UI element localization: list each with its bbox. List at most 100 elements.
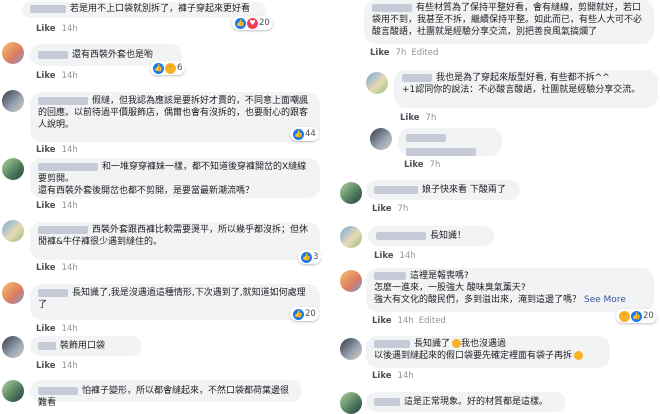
comment-time[interactable]: 14h xyxy=(62,71,78,81)
commenter-name-redacted[interactable] xyxy=(406,133,446,142)
comment-time[interactable]: 14h xyxy=(398,371,414,381)
love-reaction-icon: ♥ xyxy=(247,17,258,29)
comment-time[interactable]: 14h xyxy=(398,316,414,326)
commenter-name-redacted[interactable] xyxy=(376,231,426,240)
commenter-name-redacted[interactable] xyxy=(38,386,78,395)
commenter-name-redacted[interactable] xyxy=(374,397,400,406)
like-link[interactable]: Like xyxy=(370,48,390,58)
laughing-emoji-icon xyxy=(574,351,584,360)
like-link[interactable]: Like xyxy=(372,316,392,326)
edited-label: Edited xyxy=(418,316,446,326)
avatar[interactable] xyxy=(2,220,24,242)
reaction-count[interactable]: ᵔ 👍 20 xyxy=(616,309,657,323)
comment-time[interactable]: 7h xyxy=(396,48,407,58)
comment-time[interactable]: 14h xyxy=(62,361,78,371)
haha-reaction-icon: ᵔ xyxy=(165,62,176,74)
avatar[interactable] xyxy=(340,338,362,360)
comment-time[interactable]: 7h xyxy=(398,204,409,214)
comment-bubble: 長知識了 我也沒遇過 以後遇到縫起來的假口袋要先確定裡面有袋子再拆 xyxy=(366,336,610,368)
like-link[interactable]: Like xyxy=(36,201,56,211)
comment-text-line2: 以後遇到縫起來的假口袋要先確定裡面有袋子再拆 xyxy=(374,351,573,361)
comment-time[interactable]: 14h xyxy=(62,263,78,273)
comment-text-b: 我也沒遇過 xyxy=(461,339,507,349)
comment-bubble: 娘子快來看 下酸兩了 xyxy=(366,180,520,200)
like-link[interactable]: Like xyxy=(36,324,56,334)
avatar[interactable] xyxy=(366,72,388,94)
avatar[interactable] xyxy=(2,90,24,112)
like-link[interactable]: Like xyxy=(36,24,56,34)
like-reaction-icon: 👍 xyxy=(235,17,246,29)
like-link[interactable]: Like xyxy=(404,160,424,170)
like-reaction-icon: 👍 xyxy=(631,310,642,322)
comment-text-line2: 還有西裝外套後開岔也都不剪開，是要當最新潮流嗎？ xyxy=(38,186,255,196)
reaction-count[interactable]: 👍 ᵔ 6 xyxy=(150,61,186,75)
avatar[interactable] xyxy=(340,392,362,414)
avatar[interactable] xyxy=(2,42,24,64)
commenter-name-redacted[interactable] xyxy=(402,73,432,82)
like-link[interactable]: Like xyxy=(372,204,392,214)
comment-text: 還有西裝外套也是喲 xyxy=(72,50,154,60)
comment-time[interactable]: 14h xyxy=(62,201,78,211)
like-reaction-icon: 👍 xyxy=(293,308,304,320)
haha-reaction-icon: ᵔ xyxy=(619,310,630,322)
avatar[interactable] xyxy=(2,336,24,358)
comment-meta: Like 14h xyxy=(36,201,78,211)
comment-text: 有些材質為了保持平整好看，會有縫線，剪開就好，若口袋用不到，我甚至不拆，繼續保持… xyxy=(372,3,643,37)
like-link[interactable]: Like xyxy=(36,263,56,273)
commenter-name-redacted[interactable] xyxy=(38,50,68,59)
comment-time[interactable]: 14h xyxy=(400,251,416,261)
commenter-name-redacted[interactable] xyxy=(38,162,98,171)
like-link[interactable]: Like xyxy=(400,113,420,123)
like-reaction-icon: 👍 xyxy=(293,128,304,140)
avatar[interactable] xyxy=(2,380,24,402)
see-more-link[interactable]: See More xyxy=(584,295,626,305)
comment-bubble: 若是用不上口袋就別拆了，褲子穿起來更好看 xyxy=(22,2,266,18)
comment-meta: Like 14h xyxy=(374,251,416,261)
comment-text: 若是用不上口袋就別拆了，褲子穿起來更好看 xyxy=(70,4,251,14)
comment-text: 這是正常現象。好的材質都是這樣。 xyxy=(404,397,549,407)
avatar[interactable] xyxy=(340,270,362,292)
comment-text: 娘子快來看 下酸兩了 xyxy=(422,185,506,195)
commenter-name-redacted[interactable] xyxy=(38,341,56,350)
comment-bubble xyxy=(398,128,502,156)
reaction-count[interactable]: 👍 20 xyxy=(290,307,319,321)
commenter-name-redacted[interactable] xyxy=(374,339,410,348)
comment-meta: Like 14h xyxy=(36,24,78,34)
avatar[interactable] xyxy=(2,282,24,304)
avatar[interactable] xyxy=(340,226,362,248)
comment-bubble: 我也是為了穿起來版型好看, 有些都不拆^^ +1認同你的說法：不必酸言酸語，社團… xyxy=(394,70,658,108)
reaction-count[interactable]: 👍 44 xyxy=(290,127,319,141)
comment-text-line3: 強大有文化的酸民們，多到溢出來，淹到這邊了嗎？ xyxy=(374,295,582,305)
comment-text: 長知識！ xyxy=(430,231,467,241)
avatar[interactable] xyxy=(370,128,392,150)
comment-time[interactable]: 7h xyxy=(430,160,441,170)
like-link[interactable]: Like xyxy=(36,71,56,81)
commenter-name-redacted[interactable] xyxy=(38,225,88,234)
comment-time[interactable]: 14h xyxy=(62,324,78,334)
commenter-name-redacted[interactable] xyxy=(38,288,68,297)
comment-bubble: 長知識了,我是沒遇過這種情形,下次遇到了,就知道如何處理了 xyxy=(30,284,320,320)
commenter-name-redacted[interactable] xyxy=(406,148,476,156)
commenter-name-redacted[interactable] xyxy=(374,271,406,280)
commenter-name-redacted[interactable] xyxy=(30,4,66,13)
like-link[interactable]: Like xyxy=(36,361,56,371)
like-link[interactable]: Like xyxy=(372,371,392,381)
commenter-name-redacted[interactable] xyxy=(372,3,412,12)
avatar[interactable] xyxy=(340,182,362,204)
comment-text-line2: 怎麼一進來，一股強大 酸味臭氣薰天? xyxy=(374,283,526,293)
comment-text: 長知識了,我是沒遇過這種情形,下次遇到了,就知道如何處理了 xyxy=(38,288,306,310)
reaction-count[interactable]: 👍 3 xyxy=(298,250,322,264)
comment-text: 裝飾用口袋 xyxy=(60,341,106,351)
avatar[interactable] xyxy=(2,158,24,180)
commenter-name-redacted[interactable] xyxy=(374,185,418,194)
comment-time[interactable]: 7h xyxy=(426,113,437,123)
comment-time[interactable]: 14h xyxy=(62,145,78,155)
like-reaction-icon: 👍 xyxy=(153,62,164,74)
like-link[interactable]: Like xyxy=(374,251,394,261)
commenter-name-redacted[interactable] xyxy=(38,96,88,105)
reaction-count[interactable]: 👍 ♥ 20 xyxy=(232,16,273,30)
comment-bubble: 西裝外套跟西褲比較需要燙平，所以幾乎都沒拆；但休閒褲&牛仔褲很少遇到縫住的。 xyxy=(30,222,320,260)
comment-meta: Like 14h xyxy=(36,263,78,273)
like-link[interactable]: Like xyxy=(36,145,56,155)
comment-time[interactable]: 14h xyxy=(62,24,78,34)
